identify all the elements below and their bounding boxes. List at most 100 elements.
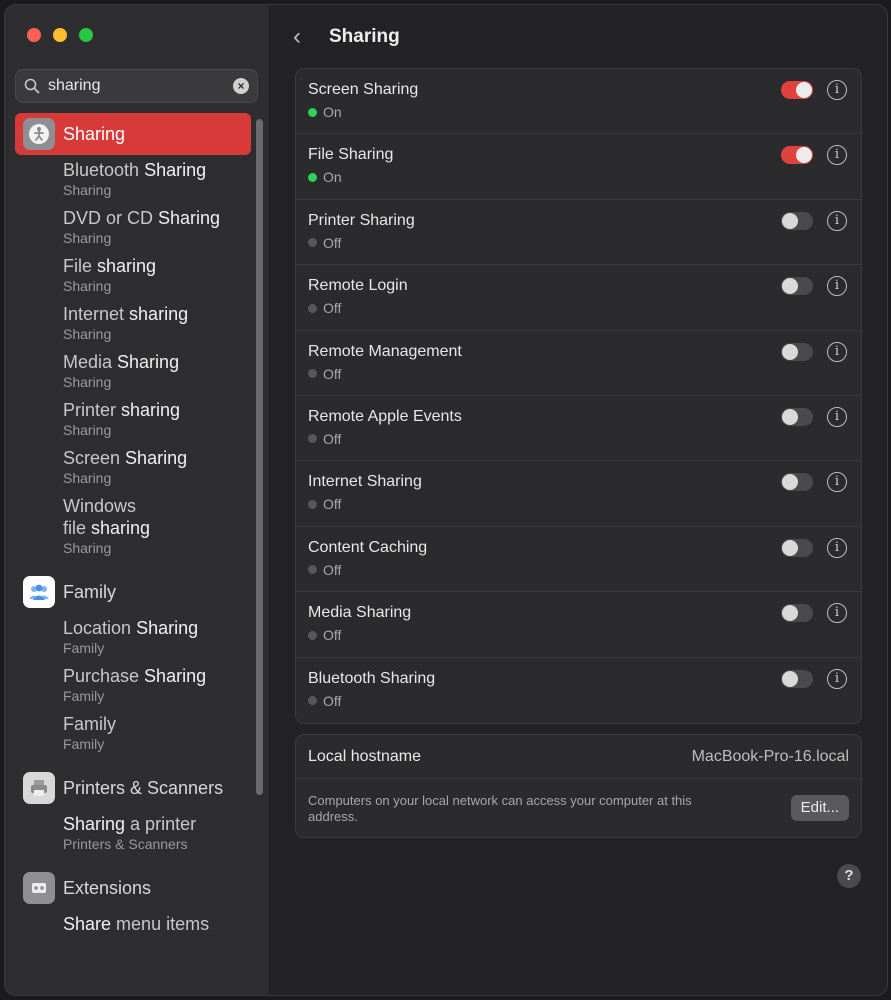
minimize-window-button[interactable] bbox=[53, 28, 67, 42]
service-name: Media Sharing bbox=[308, 604, 412, 622]
info-icon[interactable]: i bbox=[827, 668, 847, 689]
search-icon bbox=[24, 78, 40, 94]
page-title: Sharing bbox=[329, 26, 400, 47]
clear-search-icon[interactable]: × bbox=[233, 78, 249, 94]
service-status-text: Off bbox=[323, 692, 342, 709]
toggle-knob bbox=[782, 278, 798, 295]
main-pane: ‹ Sharing Screen Sharing On i File Sharing O… bbox=[271, 5, 887, 995]
service-status: Off bbox=[308, 496, 341, 512]
info-icon[interactable]: i bbox=[827, 537, 847, 558]
help-button[interactable]: ? bbox=[837, 864, 861, 888]
service-status: On bbox=[308, 169, 342, 185]
info-icon[interactable]: i bbox=[827, 341, 847, 362]
info-icon[interactable]: i bbox=[827, 406, 847, 427]
info-icon[interactable]: i bbox=[827, 276, 847, 297]
zoom-window-button[interactable] bbox=[79, 28, 93, 42]
sidebar-result-item[interactable]: Internet sharing Sharing bbox=[15, 299, 251, 347]
sidebar-result-item[interactable]: File sharing Sharing bbox=[15, 251, 251, 299]
sidebar-result-item[interactable]: Printer sharing Sharing bbox=[15, 395, 251, 443]
service-name: Bluetooth Sharing bbox=[308, 669, 436, 687]
sidebar-result-caption: Sharing bbox=[63, 230, 112, 246]
toggle-knob bbox=[782, 539, 798, 556]
sidebar-result-title: Screen Sharing bbox=[63, 447, 251, 469]
service-toggle[interactable] bbox=[781, 407, 813, 426]
sidebar-result-caption: Family bbox=[63, 736, 105, 752]
result-suffix: menu items bbox=[111, 914, 210, 934]
extensions-icon bbox=[23, 872, 55, 904]
status-dot-icon bbox=[308, 303, 317, 313]
sidebar-result-item[interactable]: Screen Sharing Sharing bbox=[15, 443, 251, 491]
sidebar-result-item[interactable]: Location Sharing Family bbox=[15, 613, 251, 661]
info-icon[interactable]: i bbox=[827, 80, 847, 100]
sidebar-category-printers-scanners[interactable]: Printers & Scanners bbox=[15, 767, 251, 809]
service-name: File Sharing bbox=[308, 146, 394, 164]
sidebar-result-caption: Family bbox=[63, 688, 105, 704]
sidebar-result-item[interactable]: Media Sharing Sharing bbox=[15, 347, 251, 395]
sidebar-category-label: Family bbox=[63, 581, 116, 602]
search-field[interactable]: sharing × bbox=[15, 69, 258, 103]
sidebar-result-caption: Sharing bbox=[63, 540, 112, 556]
service-status-text: Off bbox=[323, 627, 342, 644]
sidebar-result-caption: Printers & Scanners bbox=[63, 836, 188, 852]
service-status-text: Off bbox=[323, 496, 342, 513]
search-input[interactable]: sharing bbox=[48, 77, 233, 95]
status-dot-icon bbox=[308, 107, 317, 117]
status-dot-icon bbox=[308, 434, 317, 444]
info-icon[interactable]: i bbox=[827, 210, 847, 231]
sidebar-result-item[interactable]: Sharing a printer Printers & Scanners bbox=[15, 809, 251, 857]
result-prefix: Location bbox=[63, 618, 132, 638]
result-prefix: DVD or CD bbox=[63, 208, 154, 228]
service-toggle[interactable] bbox=[781, 211, 813, 230]
page-header: ‹ Sharing bbox=[293, 23, 400, 51]
result-prefix: Purchase bbox=[63, 666, 140, 686]
services-list: Screen Sharing On i File Sharing On i Printer … bbox=[295, 68, 862, 724]
sidebar-result-item[interactable]: Bluetooth Sharing Sharing bbox=[15, 155, 251, 203]
info-icon[interactable]: i bbox=[827, 472, 847, 493]
result-match: sharing bbox=[92, 256, 157, 276]
service-toggle[interactable] bbox=[781, 473, 813, 492]
sidebar-result-title: File sharing bbox=[63, 255, 251, 277]
sidebar-result-item[interactable]: Share menu items bbox=[15, 909, 251, 939]
hostname-description-row: Computers on your local network can acce… bbox=[296, 779, 861, 837]
sidebar-category-label: Printers & Scanners bbox=[63, 777, 224, 798]
sidebar-result-title: Share menu items bbox=[63, 913, 251, 935]
sidebar-result-item[interactable]: DVD or CD Sharing Sharing bbox=[15, 203, 251, 251]
sidebar-category-sharing[interactable]: Sharing bbox=[15, 113, 251, 155]
edit-hostname-button[interactable]: Edit... bbox=[790, 795, 849, 821]
result-prefix: Printer bbox=[63, 400, 117, 420]
sidebar-results: Sharing Bluetooth Sharing Sharing DVD or CD… bbox=[15, 113, 251, 939]
info-icon[interactable]: i bbox=[827, 145, 847, 166]
service-toggle[interactable] bbox=[781, 81, 813, 99]
info-icon[interactable]: i bbox=[827, 603, 847, 624]
service-toggle[interactable] bbox=[781, 146, 813, 165]
sidebar-category-label: Extensions bbox=[63, 877, 152, 898]
service-name: Remote Apple Events bbox=[308, 407, 462, 425]
toggle-knob bbox=[782, 212, 798, 229]
service-row-remote-apple-events: Remote Apple Events Off i bbox=[296, 396, 861, 462]
service-toggle[interactable] bbox=[781, 342, 813, 361]
result-prefix: Family bbox=[63, 714, 116, 734]
hostname-row: Local hostname MacBook-Pro-16.local bbox=[296, 735, 861, 779]
sidebar-result-item[interactable]: Family Family bbox=[15, 709, 251, 757]
service-row-media-sharing: Media Sharing Off i bbox=[296, 592, 861, 658]
sidebar-result-title: Location Sharing bbox=[63, 617, 251, 639]
sidebar-category-extensions[interactable]: Extensions bbox=[15, 867, 251, 909]
toggle-knob bbox=[782, 605, 798, 622]
service-toggle[interactable] bbox=[781, 538, 813, 557]
sidebar-result-item[interactable]: Purchase Sharing Family bbox=[15, 661, 251, 709]
close-window-button[interactable] bbox=[27, 28, 41, 42]
sidebar-category-family[interactable]: Family bbox=[15, 571, 251, 613]
sidebar-result-caption: Sharing bbox=[63, 326, 112, 342]
result-match: Sharing bbox=[63, 814, 126, 834]
result-match: sharing bbox=[124, 304, 189, 324]
sidebar-result-title: Bluetooth Sharing bbox=[63, 159, 251, 181]
service-toggle[interactable] bbox=[781, 669, 813, 688]
sidebar-scrollbar[interactable] bbox=[256, 119, 263, 795]
sidebar-result-item[interactable]: Windows file sharing Sharing bbox=[15, 491, 251, 561]
back-button[interactable]: ‹ bbox=[293, 23, 321, 51]
sidebar-result-title: Sharing a printer bbox=[63, 813, 251, 835]
family-icon bbox=[23, 576, 55, 608]
service-toggle[interactable] bbox=[781, 277, 813, 296]
service-toggle[interactable] bbox=[781, 604, 813, 623]
result-suffix: a printer bbox=[125, 814, 197, 834]
